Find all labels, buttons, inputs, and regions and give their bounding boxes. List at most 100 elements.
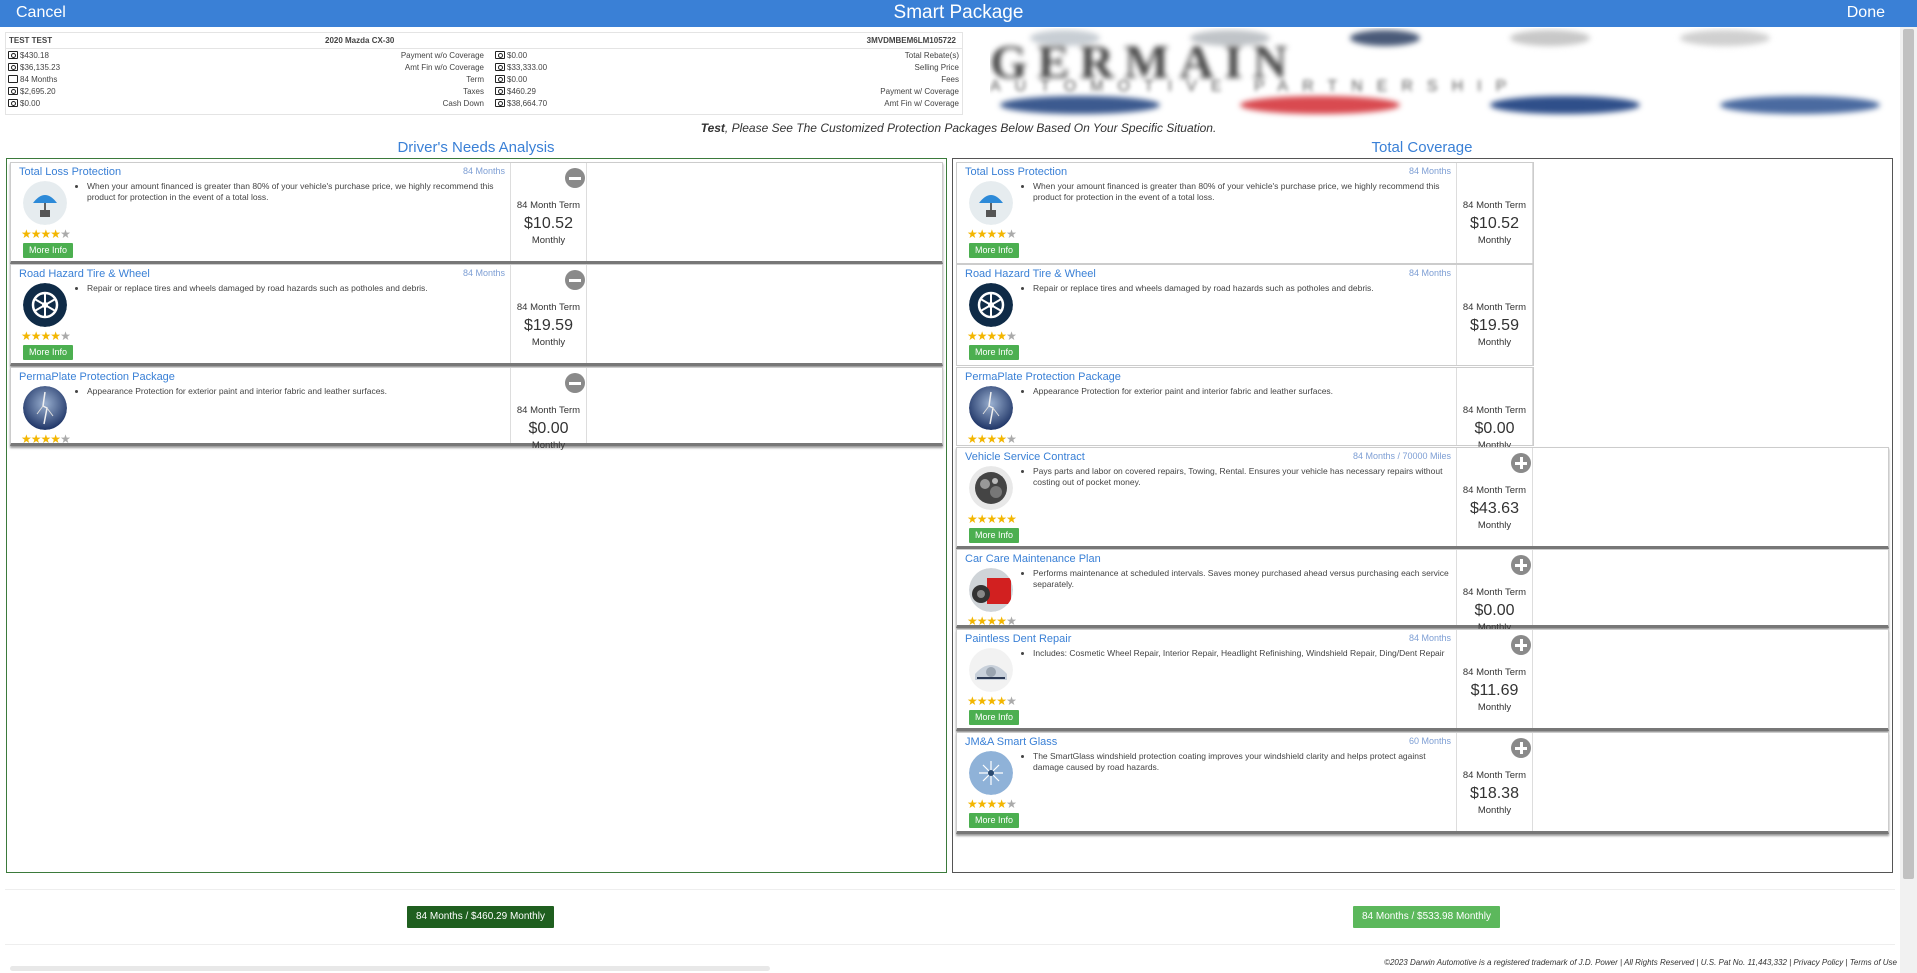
message-text: , Please See The Customized Protection P… xyxy=(724,121,1217,135)
star-icon: ★ xyxy=(1006,432,1017,446)
deal-left-value: $36,135.23 xyxy=(8,63,60,75)
price-term: 84 Month Term xyxy=(516,405,581,416)
product-name[interactable]: Total Loss Protection xyxy=(965,166,1067,178)
product-card: JM&A Smart Glass 60 Months The SmartGlass … xyxy=(956,732,1889,834)
product-name[interactable]: JM&A Smart Glass xyxy=(965,736,1057,748)
price-amount: $10.52 xyxy=(524,215,573,232)
star-icon: ★ xyxy=(30,227,42,241)
product-name[interactable]: Road Hazard Tire & Wheel xyxy=(19,268,150,280)
product-details: Total Loss Protection 84 Months When your … xyxy=(11,163,511,261)
price-period: Monthly xyxy=(1477,235,1512,246)
product-name[interactable]: Paintless Dent Repair xyxy=(965,633,1071,645)
more-info-button[interactable]: More Info xyxy=(23,243,74,258)
total-coverage-summary-button[interactable]: 84 Months / $533.98 Monthly xyxy=(1353,906,1500,928)
star-icon: ★ xyxy=(60,227,71,241)
right-column-title: Total Coverage xyxy=(1371,139,1473,156)
star-icon: ★ xyxy=(996,227,1007,241)
message-name: Test xyxy=(700,121,725,135)
description-text: Pays parts and labor on covered repairs,… xyxy=(1033,466,1451,488)
product-card: PermaPlate Protection Package Appearance … xyxy=(956,367,1534,451)
description-text: Performs maintenance at scheduled interv… xyxy=(1033,568,1451,590)
drivers-needs-panel: Total Loss Protection 84 Months When your … xyxy=(6,158,947,873)
description-text: Repair or replace tires and wheels damag… xyxy=(87,283,505,294)
brand-logo-icon xyxy=(1000,96,1160,114)
product-description: When your amount financed is greater tha… xyxy=(1033,181,1451,203)
star-icon: ★ xyxy=(986,614,998,628)
price-amount: $19.59 xyxy=(1470,317,1519,334)
more-info-button[interactable]: More Info xyxy=(969,710,1020,725)
star-icon: ★ xyxy=(967,797,978,811)
description-text: The SmartGlass windshield protection coa… xyxy=(1033,751,1451,773)
remove-product-icon[interactable] xyxy=(565,168,585,188)
price-amount: $0.00 xyxy=(1474,602,1515,619)
done-button[interactable]: Done xyxy=(1847,4,1885,22)
star-icon: ★ xyxy=(40,329,52,343)
product-description: Includes: Cosmetic Wheel Repair, Interio… xyxy=(1033,648,1451,659)
money-icon xyxy=(495,63,505,71)
add-product-icon[interactable] xyxy=(1511,738,1531,758)
star-icon: ★ xyxy=(40,432,52,446)
description-text: Appearance Protection for exterior paint… xyxy=(1033,386,1451,397)
footer-legal: ©2023 Darwin Automotive is a registered … xyxy=(1384,958,1897,967)
remove-product-icon[interactable] xyxy=(565,373,585,393)
star-rating: ★★★★★ xyxy=(967,797,1017,811)
page-title: Smart Package xyxy=(893,2,1024,23)
product-name[interactable]: Total Loss Protection xyxy=(19,166,121,178)
price-period: Monthly xyxy=(531,440,566,451)
price-amount: $10.52 xyxy=(1470,215,1519,232)
product-description: Pays parts and labor on covered repairs,… xyxy=(1033,466,1451,488)
product-name[interactable]: Vehicle Service Contract xyxy=(965,451,1085,463)
deal-value-text: $430.18 xyxy=(20,51,49,60)
calendar-icon xyxy=(8,75,18,83)
deal-value-text: $36,135.23 xyxy=(20,63,61,72)
star-icon: ★ xyxy=(976,329,988,343)
more-info-button[interactable]: More Info xyxy=(969,813,1020,828)
product-name[interactable]: Car Care Maintenance Plan xyxy=(965,553,1101,565)
description-text: Appearance Protection for exterior paint… xyxy=(87,386,505,397)
deal-right-label: Selling Price xyxy=(914,63,959,72)
deal-value-text: $0.00 xyxy=(507,51,528,60)
star-icon: ★ xyxy=(1006,512,1017,526)
product-name[interactable]: Road Hazard Tire & Wheel xyxy=(965,268,1096,280)
deal-left-label: Taxes xyxy=(463,87,484,96)
deal-right-value: $33,333.00 xyxy=(495,63,547,75)
drivers-needs-summary-button[interactable]: 84 Months / $460.29 Monthly xyxy=(407,906,554,928)
product-image-icon xyxy=(969,386,1013,430)
product-image-icon xyxy=(969,181,1013,225)
more-info-button[interactable]: More Info xyxy=(969,243,1020,258)
product-term: 84 Months xyxy=(462,268,505,278)
star-rating: ★★★★★ xyxy=(967,512,1017,526)
add-product-icon[interactable] xyxy=(1511,635,1531,655)
more-info-button[interactable]: More Info xyxy=(23,345,74,360)
product-price: 84 Month Term $0.00 Monthly xyxy=(1457,550,1533,633)
product-term: 60 Months xyxy=(1408,736,1451,746)
star-rating: ★★★★★ xyxy=(21,432,71,446)
product-name[interactable]: PermaPlate Protection Package xyxy=(965,371,1121,383)
add-product-icon[interactable] xyxy=(1511,555,1531,575)
star-icon: ★ xyxy=(986,797,998,811)
vertical-scrollbar[interactable] xyxy=(1900,27,1917,973)
product-image-icon xyxy=(969,751,1013,795)
horizontal-scrollbar[interactable] xyxy=(10,966,770,971)
product-details: JM&A Smart Glass 60 Months The SmartGlass … xyxy=(957,733,1457,831)
star-icon: ★ xyxy=(21,227,32,241)
brand-logo-icon xyxy=(1240,96,1400,114)
deal-left-value: $0.00 xyxy=(8,99,40,111)
price-term: 84 Month Term xyxy=(1462,485,1527,496)
star-icon: ★ xyxy=(60,329,71,343)
star-icon: ★ xyxy=(1006,227,1017,241)
star-icon: ★ xyxy=(986,432,998,446)
product-card: PermaPlate Protection Package Appearance … xyxy=(10,367,943,451)
more-info-button[interactable]: More Info xyxy=(969,528,1020,543)
add-product-icon[interactable] xyxy=(1511,453,1531,473)
star-rating: ★★★★★ xyxy=(21,227,71,241)
star-icon: ★ xyxy=(30,432,42,446)
product-name[interactable]: PermaPlate Protection Package xyxy=(19,371,175,383)
remove-product-icon[interactable] xyxy=(565,270,585,290)
star-icon: ★ xyxy=(996,694,1007,708)
scrollbar-thumb[interactable] xyxy=(1903,29,1914,879)
more-info-button[interactable]: More Info xyxy=(969,345,1020,360)
star-icon: ★ xyxy=(1006,797,1017,811)
star-icon: ★ xyxy=(996,329,1007,343)
star-icon: ★ xyxy=(976,432,988,446)
